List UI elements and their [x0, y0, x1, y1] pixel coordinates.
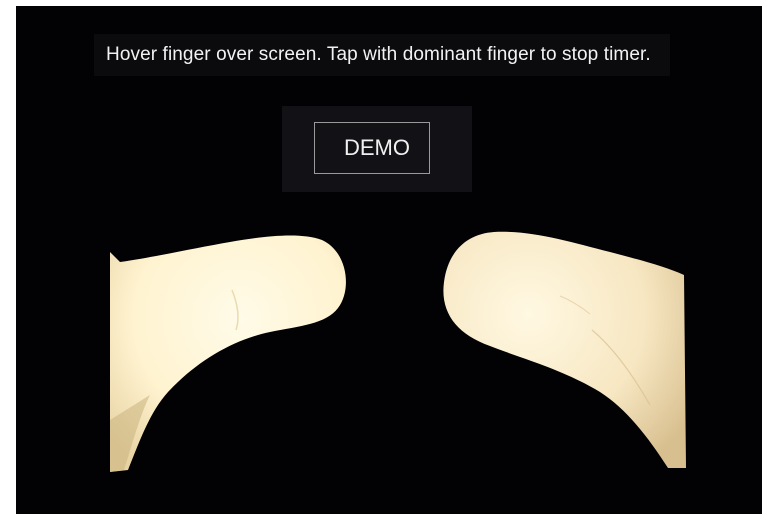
photo-frame: Hover finger over screen. Tap with domin… [0, 0, 778, 522]
left-finger [110, 235, 346, 472]
right-finger [443, 231, 686, 468]
fingers-overlay [110, 231, 686, 472]
